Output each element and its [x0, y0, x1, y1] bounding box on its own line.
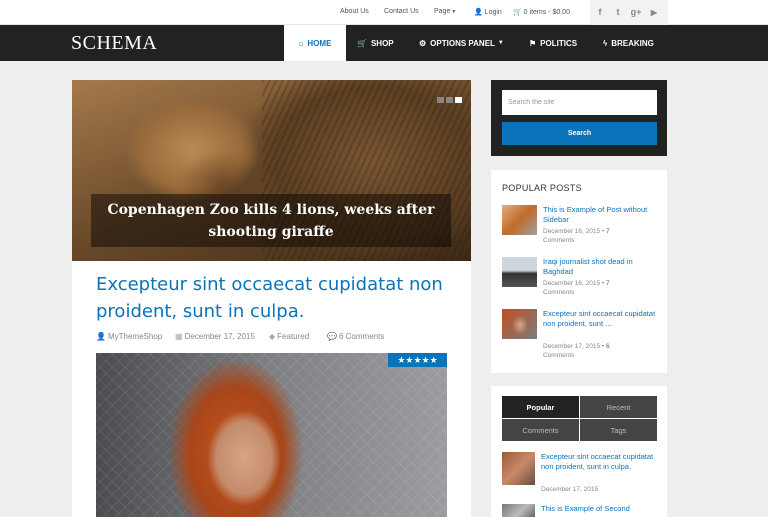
post-comments[interactable]: 💬 6 Comments [327, 332, 384, 341]
slider-pagination [437, 97, 462, 103]
post-featured-image[interactable]: ★★★★★ [96, 353, 447, 517]
tab-post-date: December 17, 2015 [541, 486, 599, 493]
tab-post-item[interactable]: This is Example of Second [502, 504, 662, 517]
tab-post-title[interactable]: Excepteur sint occaecat cupidatat non pr… [541, 452, 661, 472]
top-bar: About Us Contact Us Page▼ 👤 Login 🛒 0 it… [0, 0, 768, 25]
post-title[interactable]: Excepteur sint occaecat cupidatat non pr… [96, 271, 446, 325]
social-icons: f t g+ ▶ [590, 0, 668, 25]
popular-post-date: December 16, 2015 [543, 280, 601, 287]
post-author-name: MyThemeShop [107, 332, 163, 341]
search-input[interactable] [502, 90, 657, 115]
top-link-page[interactable]: Page▼ [434, 8, 456, 15]
nav-item-politics[interactable]: ⚑ POLITICS [529, 25, 577, 61]
tab-bar: Popular Recent Comments Tags [502, 396, 657, 442]
popular-post-title[interactable]: Iraqi journalist shot dead in Baghdad [543, 257, 663, 277]
cart-label: 0 items - $0.00 [523, 9, 570, 16]
tab-popular[interactable]: Popular [502, 396, 579, 418]
comment-icon: 💬 [327, 332, 337, 341]
cart-icon: 🛒 [513, 9, 522, 16]
nav-item-home[interactable]: ⌂ HOME [284, 25, 346, 61]
featured-slider[interactable]: Copenhagen Zoo kills 4 lions, weeks afte… [72, 80, 471, 261]
post-author[interactable]: 👤 MyThemeShop [96, 332, 162, 341]
slider-dot[interactable] [437, 97, 444, 103]
search-widget: Search [491, 80, 667, 156]
post-thumbnail[interactable] [502, 257, 537, 287]
popular-post-meta: December 16, 2015 • 7 Comments [543, 228, 610, 244]
popular-post-comments-label: Comments [543, 289, 575, 296]
user-icon: 👤 [474, 9, 483, 16]
tab-post-title[interactable]: This is Example of Second [541, 504, 661, 514]
popular-post-title[interactable]: Excepteur sint occaecat cupidatat non pr… [543, 309, 663, 329]
post-date-text: December 17, 2015 [184, 332, 255, 341]
popular-post-date: December 17, 2015 [543, 343, 601, 350]
post-thumbnail[interactable] [502, 504, 535, 517]
chevron-down-icon: ▼ [497, 40, 504, 46]
slider-dot-active[interactable] [455, 97, 462, 103]
slider-caption[interactable]: Copenhagen Zoo kills 4 lions, weeks afte… [91, 194, 451, 247]
tab-tags[interactable]: Tags [580, 419, 657, 441]
search-button[interactable]: Search [502, 122, 657, 145]
post-category[interactable]: ◆ Featured [269, 332, 309, 341]
popular-post-comment-count[interactable]: 7 [606, 280, 610, 287]
nav-item-options-label: OPTIONS PANEL [430, 38, 495, 48]
cart-icon: 🛒 [357, 38, 367, 48]
cart-link[interactable]: 🛒 0 items - $0.00 [513, 8, 570, 16]
nav-item-breaking-label: BREAKING [611, 38, 654, 48]
bolt-icon: ϟ [603, 38, 608, 48]
twitter-icon[interactable]: t [612, 6, 624, 18]
slider-dot[interactable] [446, 97, 453, 103]
post-comments-count: 6 Comments [338, 332, 385, 341]
tabs-widget: Popular Recent Comments Tags Excepteur s… [491, 386, 667, 517]
calendar-icon: ▦ [175, 332, 183, 341]
chevron-down-icon: ▼ [451, 9, 457, 15]
login-label: Login [484, 9, 502, 16]
top-link-page-label: Page [434, 8, 451, 15]
rating-stars: ★★★★★ [388, 353, 447, 367]
post-thumbnail[interactable] [502, 309, 537, 339]
tab-recent[interactable]: Recent [580, 396, 657, 418]
popular-posts-widget: POPULAR POSTS This is Example of Post wi… [491, 170, 667, 373]
site-logo[interactable]: SCHEMA [71, 32, 157, 55]
post-category-name: Featured [277, 332, 310, 341]
post-thumbnail[interactable] [502, 205, 537, 235]
login-link[interactable]: 👤 Login [474, 8, 502, 16]
popular-posts-title: POPULAR POSTS [502, 183, 582, 193]
facebook-icon[interactable]: f [594, 6, 606, 18]
popular-post-date: December 16, 2015 [543, 228, 601, 235]
nav-item-breaking[interactable]: ϟ BREAKING [603, 25, 654, 61]
popular-post-item[interactable]: This is Example of Post without Sidebar … [502, 205, 662, 250]
popular-post-meta: December 17, 2015 • 6 Comments [543, 343, 610, 359]
top-link-contact[interactable]: Contact Us [384, 8, 419, 15]
nav-item-shop-label: SHOP [370, 38, 394, 48]
tab-comments[interactable]: Comments [502, 419, 579, 441]
user-icon: 👤 [96, 332, 106, 341]
popular-post-meta: December 16, 2015 • 7 Comments [543, 280, 610, 296]
nav-item-shop[interactable]: 🛒 SHOP [357, 25, 394, 61]
main-content: Copenhagen Zoo kills 4 lions, weeks afte… [72, 80, 471, 517]
popular-post-item[interactable]: Excepteur sint occaecat cupidatat non pr… [502, 309, 662, 364]
nav-item-home-label: HOME [307, 38, 332, 48]
tag-icon: ◆ [269, 332, 276, 341]
gear-icon: ⚙ [419, 38, 427, 48]
youtube-icon[interactable]: ▶ [648, 6, 660, 18]
top-link-about[interactable]: About Us [340, 8, 369, 15]
popular-post-comments-label: Comments [543, 237, 575, 244]
popular-post-title[interactable]: This is Example of Post without Sidebar [543, 205, 663, 225]
post-thumbnail[interactable] [502, 452, 535, 485]
popular-post-comments-label: Comments [543, 352, 575, 359]
home-icon: ⌂ [298, 38, 304, 48]
main-header: SCHEMA ⌂ HOME 🛒 SHOP ⚙ OPTIONS PANEL ▼ ⚑… [0, 25, 768, 61]
popular-post-comment-count[interactable]: 6 [606, 343, 610, 350]
post-date: ▦ December 17, 2015 [175, 332, 255, 341]
tab-post-item[interactable]: Excepteur sint occaecat cupidatat non pr… [502, 452, 662, 493]
nav-item-politics-label: POLITICS [540, 38, 578, 48]
popular-post-item[interactable]: Iraqi journalist shot dead in Baghdad De… [502, 257, 662, 302]
popular-post-comment-count[interactable]: 7 [606, 228, 610, 235]
google-plus-icon[interactable]: g+ [630, 6, 642, 18]
flag-icon: ⚑ [529, 38, 537, 48]
nav-item-options-panel[interactable]: ⚙ OPTIONS PANEL ▼ [419, 25, 504, 61]
